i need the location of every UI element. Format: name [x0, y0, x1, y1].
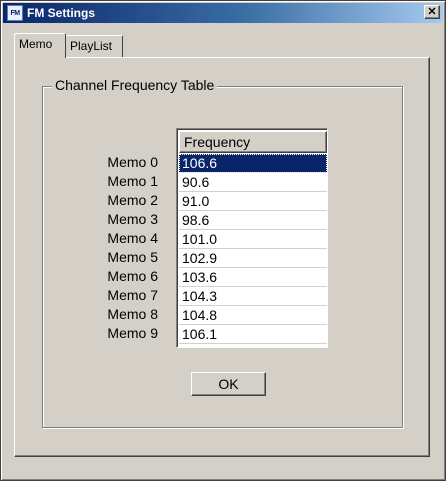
memo-label: Memo 0: [107, 154, 158, 170]
close-button[interactable]: ✕: [424, 5, 440, 19]
window-title: FM Settings: [27, 6, 95, 20]
frequency-row[interactable]: 104.3: [179, 287, 327, 306]
frequency-row-selected[interactable]: 106.6: [179, 154, 327, 173]
frequency-column-header[interactable]: Frequency: [179, 131, 327, 153]
tab-memo[interactable]: Memo: [14, 33, 66, 58]
title-bar[interactable]: FM FM Settings ✕: [3, 3, 443, 23]
frequency-list[interactable]: Frequency 106.6 90.6 91.0 98.6 101.0 102…: [176, 128, 328, 348]
frequency-row[interactable]: 104.8: [179, 306, 327, 325]
ok-button[interactable]: OK: [191, 372, 266, 396]
close-icon: ✕: [427, 5, 437, 18]
memo-label: Memo 6: [107, 268, 158, 284]
memo-label-column: Memo 0 Memo 1 Memo 2 Memo 3 Memo 4 Memo …: [96, 153, 158, 343]
frequency-list-body: 106.6 90.6 91.0 98.6 101.0 102.9 103.6 1…: [179, 154, 327, 344]
memo-label: Memo 1: [107, 173, 158, 189]
frequency-row[interactable]: 91.0: [179, 192, 327, 211]
frequency-row[interactable]: 102.9: [179, 249, 327, 268]
tab-playlist[interactable]: PlayList: [65, 35, 123, 57]
memo-label: Memo 9: [107, 325, 158, 341]
memo-label: Memo 5: [107, 249, 158, 265]
frequency-row[interactable]: 101.0: [179, 230, 327, 249]
frequency-row[interactable]: 103.6: [179, 268, 327, 287]
memo-label: Memo 3: [107, 211, 158, 227]
memo-label: Memo 2: [107, 192, 158, 208]
frequency-row[interactable]: 106.1: [179, 325, 327, 344]
fm-app-icon: FM: [7, 5, 23, 21]
frequency-row[interactable]: 90.6: [179, 173, 327, 192]
groupbox-title: Channel Frequency Table: [52, 77, 218, 93]
memo-label: Memo 4: [107, 230, 158, 246]
memo-label: Memo 7: [107, 287, 158, 303]
memo-label: Memo 8: [107, 306, 158, 322]
frequency-row[interactable]: 98.6: [179, 211, 327, 230]
